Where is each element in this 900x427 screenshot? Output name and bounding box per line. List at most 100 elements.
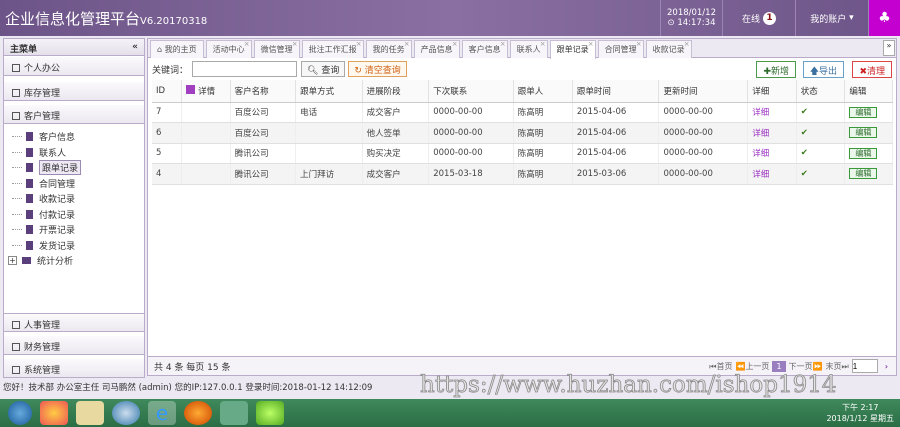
close-tab-icon[interactable]: × [356, 40, 362, 48]
first-page-button[interactable]: ⏮首页 [709, 361, 732, 372]
edit-button[interactable]: 编辑 [849, 106, 878, 118]
add-button[interactable]: ✚新增 [756, 61, 796, 78]
column-header[interactable]: 客户名称 [230, 80, 297, 103]
close-tab-icon[interactable]: × [292, 40, 298, 48]
tab-4[interactable]: 我的任务 × [365, 40, 412, 58]
close-tab-icon[interactable]: × [684, 40, 690, 48]
column-header[interactable]: 状态 [796, 80, 846, 103]
edit-button[interactable]: 编辑 [849, 127, 878, 139]
app-icon[interactable] [220, 401, 248, 425]
ie-icon[interactable]: e [148, 401, 176, 425]
account-menu[interactable]: 我的账户 ▾ [795, 0, 868, 36]
cell: 腾讯公司 [230, 143, 297, 164]
tab-3[interactable]: 批注工作汇报 × [301, 40, 364, 58]
column-header[interactable]: 详细 [747, 80, 797, 103]
last-page-button[interactable]: 末页⏭ [826, 361, 849, 372]
document-icon [26, 147, 33, 157]
document-icon [26, 132, 33, 142]
detail-link[interactable]: 详细 [752, 129, 769, 139]
close-tab-icon[interactable]: × [244, 40, 250, 48]
detail-link[interactable]: 详细 [752, 170, 769, 180]
firefox-icon[interactable] [184, 401, 212, 425]
column-header[interactable]: ID [152, 80, 183, 103]
current-page[interactable]: 1 [772, 360, 786, 372]
tree-item[interactable]: 发货记录 [12, 238, 81, 254]
cell: 详细 [747, 143, 797, 164]
menu-finance[interactable]: 财务管理 [4, 336, 144, 355]
close-tab-icon[interactable]: × [452, 40, 458, 48]
plus-icon[interactable]: + [8, 256, 17, 266]
column-header[interactable]: 详情 [181, 80, 231, 103]
column-header[interactable]: 跟单方式 [295, 80, 363, 103]
keyword-label: 关键词： [152, 65, 189, 76]
tab-1[interactable]: 活动中心 × [205, 40, 252, 58]
close-tab-icon[interactable]: × [500, 40, 506, 48]
go-arrow-icon[interactable]: › [881, 362, 892, 371]
online-button[interactable]: 在线 1 [722, 0, 795, 36]
close-tab-icon[interactable]: × [404, 40, 410, 48]
tree-item[interactable]: 客户信息 [12, 129, 81, 145]
menu-system[interactable]: 系统管理 [4, 359, 144, 378]
clear-search-button[interactable]: ↻ 清空查询 [348, 61, 407, 77]
edit-button[interactable]: 编辑 [849, 168, 878, 180]
keyword-input[interactable] [192, 61, 298, 77]
tab-10[interactable]: 收款记录 × [645, 40, 692, 58]
menu-hr[interactable]: 人事管理 [4, 313, 144, 332]
tab-2[interactable]: 微信管理 × [253, 40, 300, 58]
tree-item-selected[interactable]: 跟单记录 [12, 160, 82, 176]
app-icon[interactable] [256, 401, 284, 425]
column-header[interactable]: 更新时间 [658, 80, 749, 103]
menu-customer[interactable]: 客户管理 [4, 105, 144, 124]
start-icon[interactable] [8, 401, 32, 425]
tab-9[interactable]: 合同管理 × [597, 40, 644, 58]
collapse-icon[interactable]: « [132, 42, 138, 52]
document-icon [26, 225, 33, 235]
column-header[interactable]: 跟单人 [513, 80, 573, 103]
tab-8[interactable]: 跟单记录 × [549, 40, 596, 59]
tree-icon[interactable]: ♣ [868, 0, 900, 36]
cell: 详细 [747, 163, 797, 185]
cell: 2015-04-06 [572, 102, 660, 123]
close-tab-icon[interactable]: × [540, 40, 546, 48]
column-header[interactable]: 跟单时间 [572, 80, 660, 103]
prev-page-button[interactable]: ⏪上一页 [735, 361, 769, 372]
detail-link[interactable]: 详细 [752, 108, 769, 118]
tree-item[interactable]: + 统计分析 [8, 253, 81, 269]
table-row[interactable]: 6 百度公司 他人签单 0000-00-00 陈高明 2015-04-06 0000-00-… [152, 122, 893, 144]
tree-item[interactable]: 开票记录 [12, 222, 81, 238]
next-page-button[interactable]: 下一页⏩ [789, 361, 823, 372]
tab-6[interactable]: 客户信息 × [461, 40, 508, 58]
column-header[interactable]: 编辑 [844, 80, 893, 103]
table-row[interactable]: 5 腾讯公司 购买决定 0000-00-00 陈高明 2015-04-06 0000-00-… [152, 143, 893, 164]
folder-icon[interactable] [76, 401, 104, 425]
tree-item[interactable]: 收款记录 [12, 191, 81, 207]
table-row[interactable]: 7 百度公司 电话 成交客户 0000-00-00 陈高明 2015-04-06 0000-0… [152, 102, 893, 123]
tabs-more-icon[interactable]: » [883, 40, 895, 56]
tab-label: 我的主页 [164, 45, 197, 54]
tree-item[interactable]: 联系人 [12, 145, 81, 161]
clean-button[interactable]: ✖清理 [852, 61, 892, 78]
detail-link[interactable]: 详细 [752, 149, 769, 159]
column-header[interactable]: 进展阶段 [362, 80, 430, 103]
close-tab-icon[interactable]: × [588, 40, 594, 48]
edit-button[interactable]: 编辑 [849, 147, 878, 159]
globe-icon[interactable] [112, 401, 140, 425]
search-button[interactable]: 🔍︎ 查询 [301, 61, 346, 77]
export-button[interactable]: 🡅导出 [802, 61, 844, 78]
cell: 0000-00-00 [658, 143, 749, 164]
system-clock[interactable]: 下午 2:17 2018/1/12 星期五 [826, 402, 894, 424]
tree-item[interactable]: 付款记录 [12, 207, 81, 223]
menu-personal[interactable]: 个人办公 [4, 57, 144, 76]
tree-item[interactable]: 合同管理 [12, 176, 81, 192]
page-input[interactable] [851, 359, 878, 373]
tab-7[interactable]: 联系人 × [509, 40, 548, 58]
close-tab-icon[interactable]: × [636, 40, 642, 48]
tab-5[interactable]: 产品信息 × [413, 40, 460, 58]
menu-inventory[interactable]: 库存管理 [4, 82, 144, 101]
sort-icon[interactable] [186, 84, 196, 94]
tab-0[interactable]: ⌂ 我的主页 [150, 40, 204, 58]
column-header[interactable]: 下次联系 [428, 80, 514, 103]
cell [295, 143, 363, 164]
table-row[interactable]: 4 腾讯公司 上门拜访 成交客户 2015-03-18 陈高明 2015-03-06 0000… [152, 163, 893, 185]
app-icon[interactable] [40, 401, 68, 425]
